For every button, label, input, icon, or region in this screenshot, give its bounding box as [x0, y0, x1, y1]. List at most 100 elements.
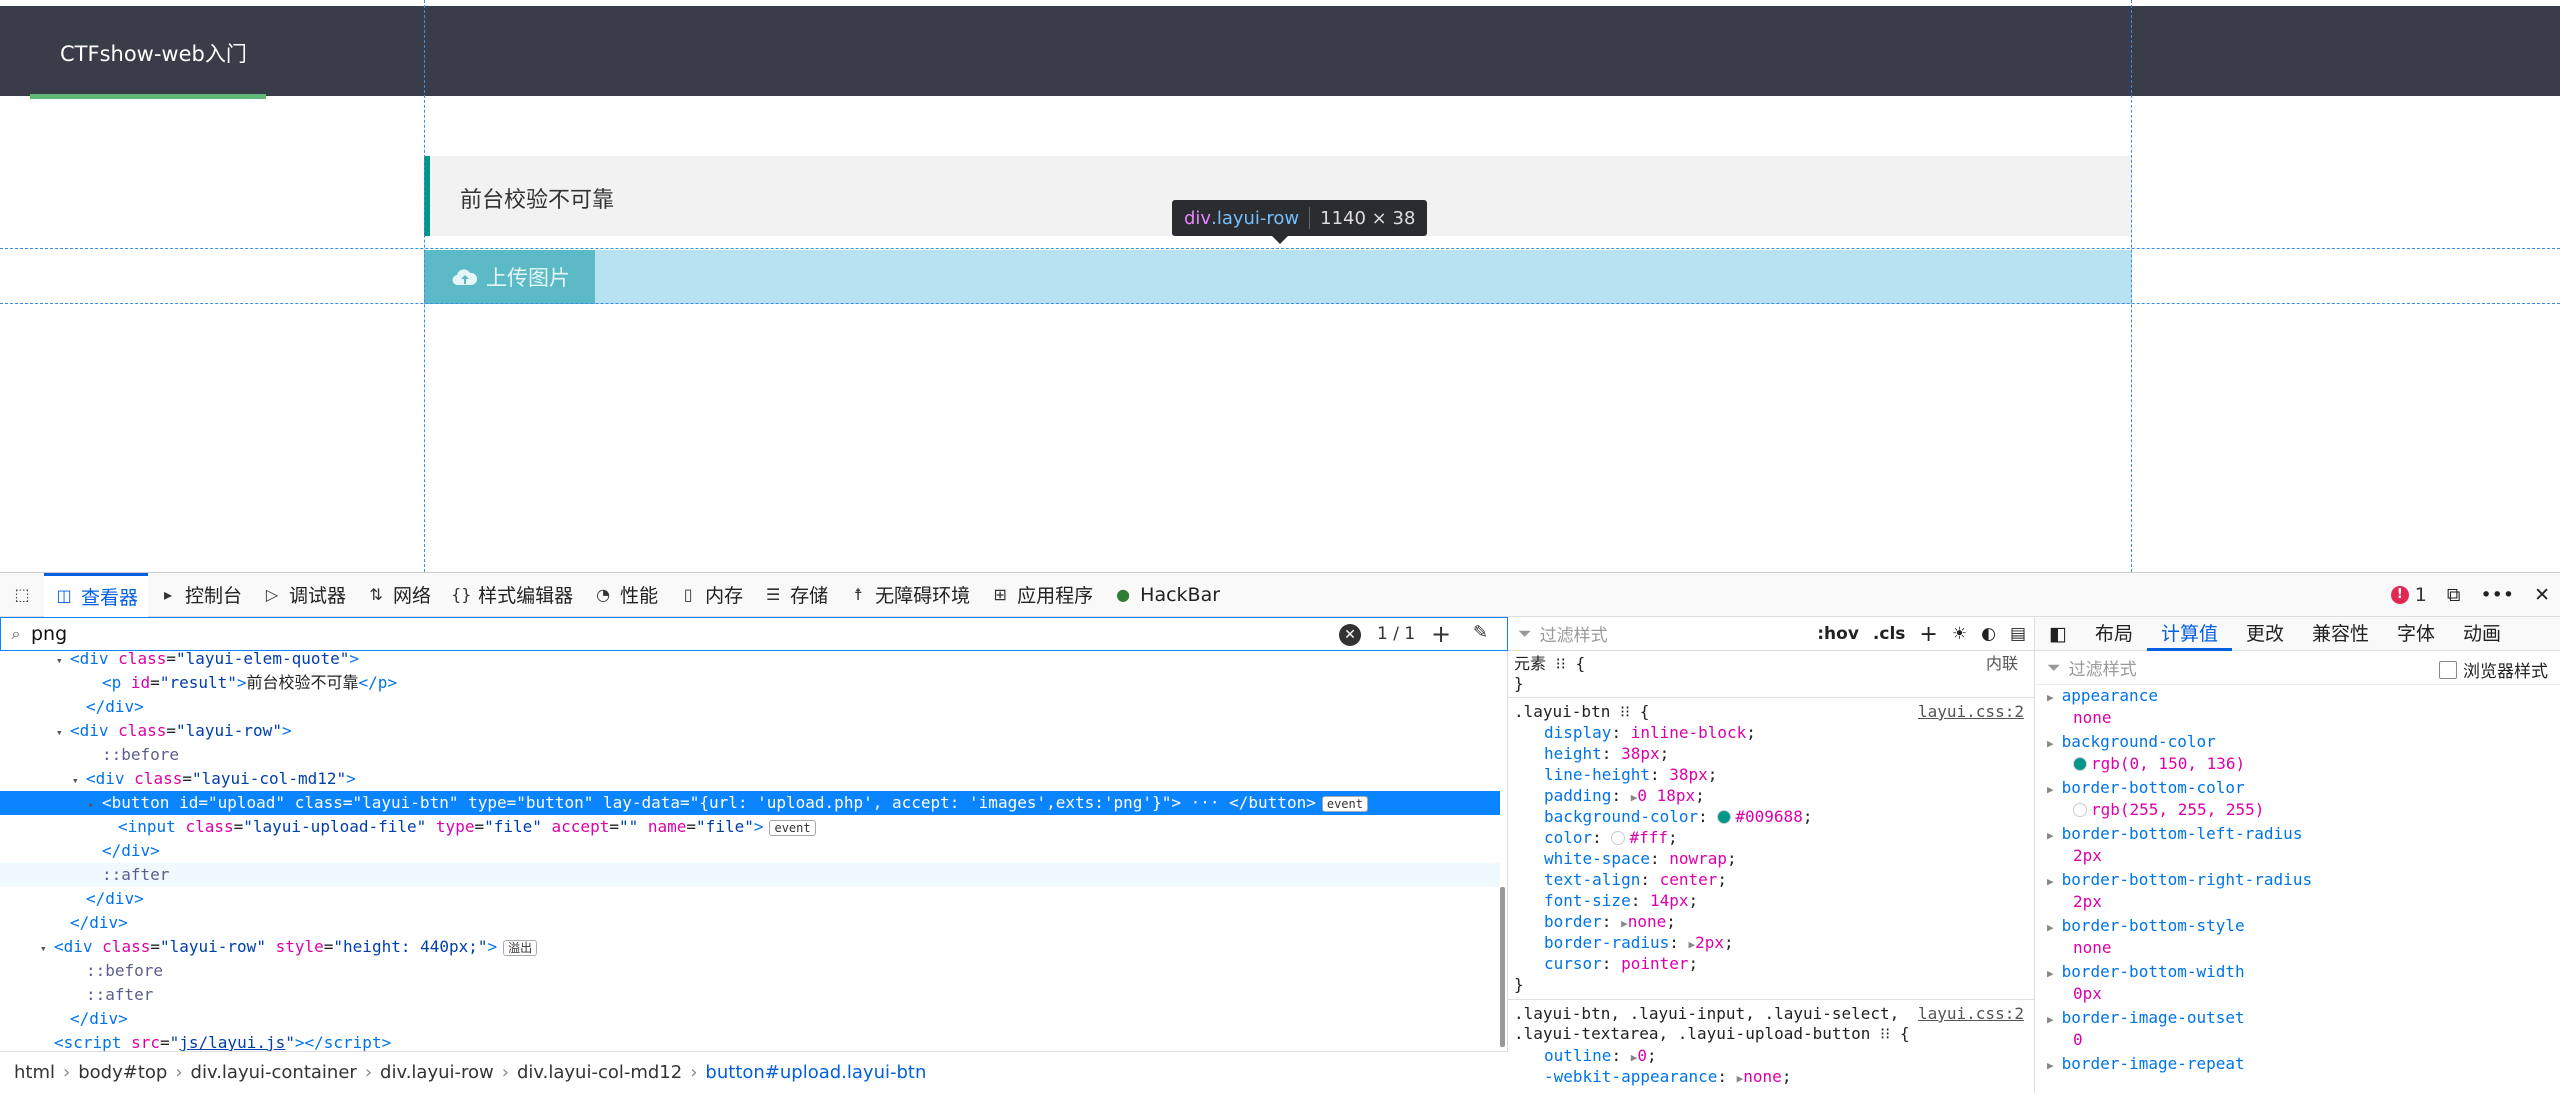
rule-source-link[interactable]: layui.css:2 — [1918, 701, 2024, 722]
breadcrumb-item[interactable]: body#top — [78, 1062, 167, 1083]
tab-animations[interactable]: 动画 — [2449, 617, 2515, 651]
tab-network[interactable]: ⇅ 网络 — [356, 573, 441, 617]
dom-node[interactable]: </div> — [0, 1007, 1500, 1031]
computed-property[interactable]: ▶ border-image-repeat — [2047, 1053, 2245, 1077]
tab-computed[interactable]: 计算值 — [2146, 617, 2232, 651]
rule-source-link[interactable]: layui.css:2 — [1918, 1003, 2024, 1024]
tab-layout[interactable]: 布局 — [2081, 617, 2147, 651]
dock-icon[interactable]: ⧉ — [2447, 584, 2461, 606]
css-declaration[interactable]: padding: ▶0 18px; — [1544, 785, 1705, 808]
css-declaration[interactable]: white-space: nowrap; — [1544, 848, 1737, 869]
expand-toggle-icon[interactable]: ▾ — [56, 721, 70, 745]
tab-fonts[interactable]: 字体 — [2383, 617, 2449, 651]
add-node-icon[interactable]: + — [1431, 620, 1451, 648]
more-icon[interactable]: ••• — [2480, 584, 2514, 606]
tab-compatibility[interactable]: 兼容性 — [2298, 617, 2383, 651]
computed-property[interactable]: ▶ border-bottom-right-radius — [2047, 869, 2312, 893]
computed-property[interactable]: ▶ border-bottom-color — [2047, 777, 2245, 801]
tab-memory[interactable]: ▯ 内存 — [668, 573, 753, 617]
upload-label: 上传图片 — [486, 266, 570, 290]
breadcrumb-item[interactable]: div.layui-col-md12 — [517, 1062, 682, 1083]
hov-button[interactable]: :hov — [1817, 624, 1859, 644]
dom-node[interactable]: ▾ <div class="layui-elem-quote"> — [0, 651, 1500, 671]
css-declaration[interactable]: height: 38px; — [1544, 743, 1669, 764]
breadcrumb-item[interactable]: div.layui-container — [191, 1062, 357, 1083]
computed-property[interactable]: ▶ border-image-outset — [2047, 1007, 2245, 1031]
dom-node[interactable]: ::after — [0, 863, 1500, 887]
breadcrumb-item[interactable]: button#upload.layui-btn — [705, 1062, 926, 1083]
sidebar-toggle-icon[interactable]: ◧ — [2035, 617, 2081, 651]
expand-toggle-icon[interactable]: ▾ — [72, 769, 86, 793]
dom-node[interactable]: ▾ <div class="layui-row" style="height: 4… — [0, 935, 1500, 959]
dom-node[interactable]: ::before — [0, 959, 1500, 983]
expand-toggle-icon[interactable]: ▾ — [56, 651, 70, 673]
css-declaration[interactable]: color: #fff; — [1544, 827, 1678, 848]
storage-icon: ☰ — [765, 584, 781, 604]
dom-node[interactable]: </div> — [0, 887, 1500, 911]
expand-toggle-icon[interactable]: ▾ — [40, 937, 54, 961]
dom-node[interactable]: </div> — [0, 695, 1500, 719]
css-declaration[interactable]: outline: ▶0; — [1544, 1045, 1657, 1068]
expand-toggle-icon[interactable]: ▸ — [88, 793, 102, 817]
dark-theme-icon[interactable]: ◐ — [1981, 624, 1996, 644]
nav-item-ctfshow[interactable]: CTFshow-web入门 — [30, 6, 266, 96]
tab-hackbar[interactable]: ● HackBar — [1103, 573, 1230, 617]
dom-node[interactable]: <input class="layui-upload-file" type="f… — [0, 815, 1500, 839]
dom-node[interactable]: <p id="result">前台校验不可靠</p> — [0, 671, 1500, 695]
dom-node[interactable]: </div> — [0, 839, 1500, 863]
error-badge[interactable]: ! 1 — [2390, 584, 2427, 606]
search-count: 1 / 1 — [1377, 624, 1416, 644]
css-declaration[interactable]: display: inline-block; — [1544, 722, 1756, 743]
tab-debugger[interactable]: ▷ 调试器 — [252, 573, 356, 617]
css-declaration[interactable]: -webkit-appearance: ▶none; — [1544, 1066, 1791, 1089]
tab-storage[interactable]: ☰ 存储 — [753, 573, 838, 617]
computed-property[interactable]: ▶ appearance — [2047, 685, 2158, 709]
css-declaration[interactable]: background-color: #009688; — [1544, 806, 1812, 827]
breadcrumb-separator: › — [690, 1062, 698, 1083]
close-icon[interactable]: ✕ — [2534, 584, 2550, 606]
html-search-input[interactable] — [31, 623, 1331, 645]
clear-search-icon[interactable]: ✕ — [1339, 624, 1361, 646]
cls-button[interactable]: .cls — [1873, 624, 1905, 644]
guide-line — [424, 0, 425, 572]
print-icon[interactable]: ▤ — [2010, 624, 2026, 644]
breadcrumb-item[interactable]: div.layui-row — [380, 1062, 494, 1083]
css-declaration[interactable]: font-size: 14px; — [1544, 890, 1698, 911]
tab-console[interactable]: ▸ 控制台 — [148, 573, 252, 617]
breadcrumb-item[interactable]: html — [14, 1062, 55, 1083]
css-declaration[interactable]: border-radius: ▶2px; — [1544, 932, 1734, 955]
dom-node[interactable]: <script src="js/layui.js"></script> — [0, 1031, 1500, 1051]
browser-styles-toggle[interactable]: 浏览器样式 — [2439, 657, 2548, 682]
tab-performance[interactable]: ◔ 性能 — [583, 573, 668, 617]
debugger-icon: ▷ — [265, 584, 279, 604]
dom-node[interactable]: ▸ <button id="upload" class="layui-btn" t… — [0, 791, 1500, 815]
css-declaration[interactable]: text-align: center; — [1544, 869, 1727, 890]
tab-accessibility[interactable]: ☨ 无障碍环境 — [838, 573, 980, 617]
computed-property[interactable]: ▶ background-color — [2047, 731, 2216, 755]
computed-property[interactable]: ▶ border-bottom-width — [2047, 961, 2245, 985]
tab-changes[interactable]: 更改 — [2232, 617, 2298, 651]
dom-node[interactable]: </div> — [0, 911, 1500, 935]
css-declaration[interactable]: cursor: pointer; — [1544, 953, 1698, 974]
element-picker-button[interactable]: ⬚ — [0, 573, 44, 617]
upload-button[interactable]: 上传图片 — [424, 250, 595, 304]
css-declaration[interactable]: border: ▶none; — [1544, 911, 1676, 934]
tree-scrollbar[interactable] — [1500, 887, 1505, 1047]
tab-style-editor[interactable]: {} 样式编辑器 — [441, 573, 583, 617]
dom-node-markup: <input class="layui-upload-file" type="f… — [118, 817, 816, 836]
dom-node[interactable]: ::before — [0, 743, 1500, 767]
dom-node[interactable]: ▾ <div class="layui-col-md12"> — [0, 767, 1500, 791]
light-theme-icon[interactable]: ☀ — [1952, 624, 1967, 644]
css-declaration[interactable]: line-height: 38px; — [1544, 764, 1717, 785]
add-rule-icon[interactable]: + — [1919, 622, 1937, 647]
eyedropper-icon[interactable]: ✎ — [1473, 622, 1488, 643]
rule-selector: .layui-btn, .layui-input, .layui-select, — [1514, 1004, 1900, 1023]
browser-styles-checkbox[interactable] — [2439, 660, 2457, 679]
dom-node[interactable]: ::after — [0, 983, 1500, 1007]
computed-property[interactable]: ▶ border-bottom-style — [2047, 915, 2245, 939]
tab-application[interactable]: ⊞ 应用程序 — [980, 573, 1103, 617]
computed-property[interactable]: ▶ border-bottom-left-radius — [2047, 823, 2302, 847]
filter-icon: ⏷ — [1518, 623, 1532, 644]
tab-inspector[interactable]: ◫ 查看器 — [44, 572, 149, 617]
dom-node[interactable]: ▾ <div class="layui-row"> — [0, 719, 1500, 743]
